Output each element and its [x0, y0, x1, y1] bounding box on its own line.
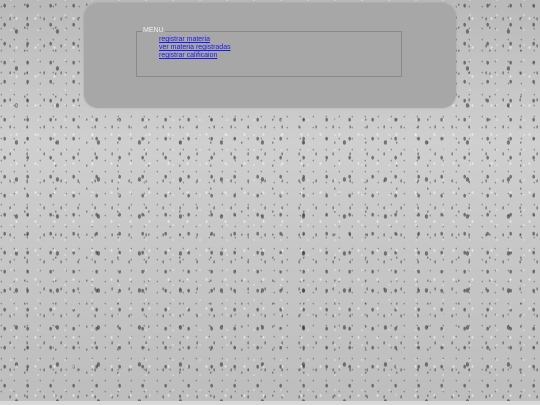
menu-fieldset: MENU registrar materia ver materia regis… — [136, 27, 402, 77]
menu-item-ver-materia-registradas: ver materia registradas — [159, 44, 401, 52]
menu-item-registrar-materia: registrar materia — [159, 36, 401, 44]
ver-materia-registradas-link[interactable]: ver materia registradas — [159, 44, 231, 51]
registrar-calificaion-link[interactable]: registrar calificaion — [159, 52, 217, 59]
registrar-materia-link[interactable]: registrar materia — [159, 36, 210, 43]
bottom-strip — [0, 401, 540, 405]
menu-legend: MENU — [143, 27, 164, 34]
menu-item-registrar-calificaion: registrar calificaion — [159, 52, 401, 60]
header-panel: MENU registrar materia ver materia regis… — [84, 3, 456, 108]
menu-list: registrar materia ver materia registrada… — [159, 36, 401, 60]
